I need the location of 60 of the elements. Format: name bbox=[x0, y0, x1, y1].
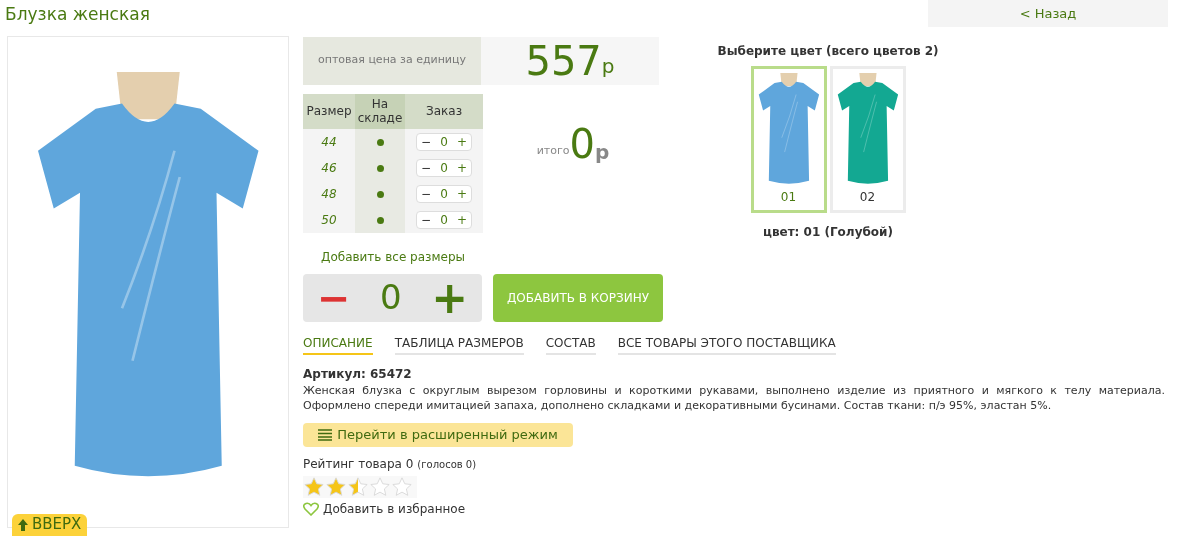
star-icon[interactable] bbox=[369, 475, 391, 498]
color-swatch[interactable]: 02 bbox=[829, 65, 906, 213]
star-icon[interactable] bbox=[347, 475, 369, 498]
add-to-favorites-link[interactable]: Добавить в избранное bbox=[303, 499, 1173, 518]
page-title: Блузка женская bbox=[5, 3, 150, 26]
quantity-value: 0 bbox=[440, 133, 448, 151]
advanced-mode-button[interactable]: Перейти в расширенный режим bbox=[303, 422, 573, 447]
vote-count: (голосов 0) bbox=[417, 457, 477, 472]
total-label: итого bbox=[536, 143, 570, 159]
color-picker-title: Выберите цвет (всего цветов 2) bbox=[717, 42, 939, 60]
plus-button[interactable]: + bbox=[456, 184, 467, 203]
article-number: Артикул: 65472 bbox=[303, 365, 413, 383]
heart-icon bbox=[303, 501, 319, 516]
price-label: оптовая цена за единицу bbox=[303, 36, 481, 85]
color-swatch[interactable]: 01 bbox=[750, 65, 827, 213]
plus-button[interactable]: + bbox=[431, 275, 468, 320]
back-link[interactable]: < Назад bbox=[928, 0, 1168, 27]
minus-button[interactable]: − bbox=[421, 210, 432, 229]
minus-button[interactable]: − bbox=[421, 158, 432, 177]
list-icon bbox=[318, 428, 333, 441]
selected-color-label: цвет: 01 (Голубой) bbox=[763, 223, 893, 241]
price-value: 557 bbox=[525, 40, 602, 81]
column-header: Размер bbox=[303, 93, 355, 129]
scroll-up-button[interactable]: ВВЕРХ bbox=[12, 513, 88, 536]
total-value: 0 bbox=[569, 123, 595, 164]
tab[interactable]: СОСТАВ bbox=[545, 333, 596, 355]
total-currency: р bbox=[594, 141, 610, 162]
size-cell: 44 bbox=[303, 128, 355, 155]
add-all-sizes-link[interactable]: Добавить все размеры bbox=[303, 247, 483, 266]
quantity-value: 0 bbox=[380, 276, 402, 319]
star-icon[interactable] bbox=[325, 475, 347, 498]
quantity-value: 0 bbox=[440, 211, 448, 229]
minus-button[interactable]: − bbox=[421, 184, 432, 203]
star-icon[interactable] bbox=[303, 475, 325, 498]
star-rating[interactable] bbox=[303, 475, 417, 498]
column-header: Заказ bbox=[405, 93, 483, 129]
tab[interactable]: ВСЕ ТОВАРЫ ЭТОГО ПОСТАВЩИКА bbox=[617, 333, 836, 355]
quantity-stepper[interactable]: − 0 + bbox=[416, 132, 472, 151]
size-cell: 48 bbox=[303, 180, 355, 207]
quantity-stepper[interactable]: − 0 + bbox=[303, 273, 482, 322]
tab[interactable]: ОПИСАНИЕ bbox=[303, 333, 373, 355]
plus-button[interactable]: + bbox=[456, 132, 467, 151]
star-icon[interactable] bbox=[391, 475, 413, 498]
minus-button[interactable]: − bbox=[421, 132, 432, 151]
arrow-up-icon bbox=[18, 518, 28, 531]
tab[interactable]: ТАБЛИЦА РАЗМЕРОВ bbox=[394, 333, 524, 355]
plus-button[interactable]: + bbox=[456, 158, 467, 177]
quantity-stepper[interactable]: − 0 + bbox=[416, 158, 472, 177]
size-cell: 46 bbox=[303, 154, 355, 181]
quantity-stepper[interactable]: − 0 + bbox=[416, 184, 472, 203]
size-cell: 50 bbox=[303, 206, 355, 233]
quantity-value: 0 bbox=[440, 159, 448, 177]
price-currency: р bbox=[601, 52, 615, 80]
quantity-value: 0 bbox=[440, 185, 448, 203]
rating-label: Рейтинг товара 0 bbox=[303, 455, 414, 473]
minus-button[interactable]: − bbox=[317, 277, 351, 318]
plus-button[interactable]: + bbox=[456, 210, 467, 229]
quantity-stepper[interactable]: − 0 + bbox=[416, 210, 472, 229]
column-header: На складе bbox=[355, 93, 405, 129]
product-description: Женская блузка с округлым вырезом горловины и короткими рукавами, выполнено изделие из приятного и мягкого к телу материала. Оформлено спереди имитацией запаха, дополнено складками и декоративными бусинами. Состав ткани: п/э 95%, эластан 5%. bbox=[303, 382, 1166, 413]
